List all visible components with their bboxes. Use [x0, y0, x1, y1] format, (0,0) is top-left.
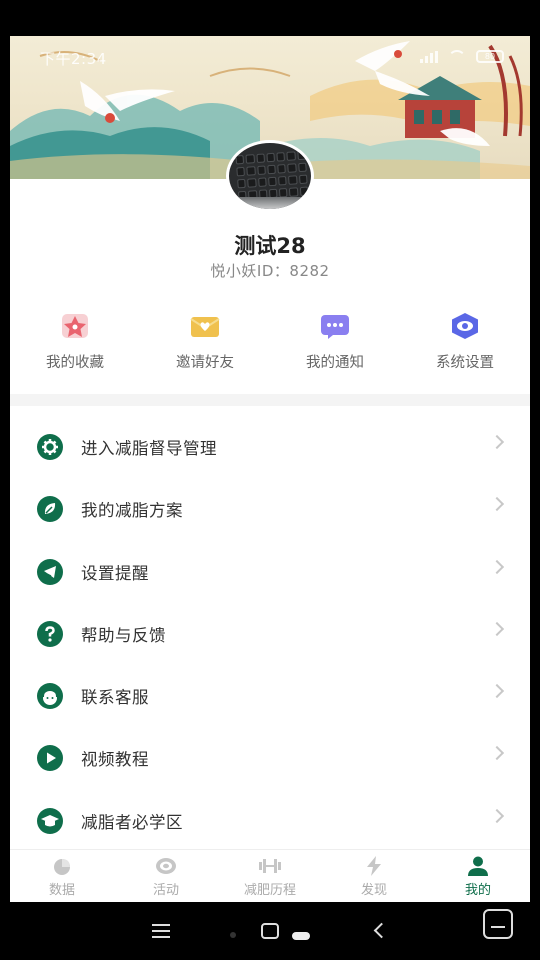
menu-item-reminder[interactable]: 设置提醒	[10, 541, 530, 603]
menu-item-label: 设置提醒	[81, 563, 149, 583]
tab-data[interactable]: 数据	[10, 850, 114, 902]
tab-mine[interactable]: 我的	[426, 850, 530, 902]
user-id: 悦小妖ID：8282	[210, 262, 330, 280]
quick-action-notifications[interactable]: 我的通知	[270, 308, 400, 372]
quick-action-label: 我的通知	[306, 355, 364, 371]
back-icon[interactable]	[373, 922, 390, 939]
system-navigation-bar	[0, 902, 540, 960]
floating-window-icon[interactable]	[483, 909, 513, 939]
menu-item-label: 减脂者必学区	[81, 812, 183, 832]
chevron-right-icon	[489, 559, 505, 574]
menu-item-learning[interactable]: 减脂者必学区	[10, 790, 530, 852]
status-icons: 80	[420, 50, 504, 63]
status-bar: 下午2:34 80	[10, 36, 530, 76]
tab-label: 减肥历程	[243, 883, 296, 898]
status-time: 下午2:34	[40, 50, 107, 68]
tab-label: 发现	[360, 883, 387, 898]
chevron-right-icon	[489, 434, 505, 450]
battery-icon: 80	[476, 50, 504, 63]
question-icon	[37, 620, 63, 647]
tab-label: 数据	[48, 883, 75, 898]
quick-action-settings[interactable]: 系统设置	[400, 308, 530, 372]
quick-action-label: 我的收藏	[46, 355, 104, 371]
wifi-icon	[448, 50, 466, 63]
page-indicator-dot	[230, 932, 236, 938]
chevron-right-icon	[489, 808, 505, 823]
menu-item-help[interactable]: 帮助与反馈	[10, 603, 530, 665]
menu-item-video[interactable]: 视频教程	[10, 727, 530, 789]
menu-icon[interactable]	[152, 924, 170, 938]
target-icon	[154, 856, 178, 876]
chevron-right-icon	[489, 746, 505, 761]
chevron-right-icon	[489, 684, 505, 699]
signal-icon	[420, 50, 438, 63]
dumbbell-icon	[258, 856, 282, 876]
pie-chart-icon	[50, 856, 74, 876]
menu-item-label: 我的减脂方案	[81, 501, 183, 521]
chevron-right-icon	[489, 621, 505, 636]
tab-journey[interactable]: 减肥历程	[218, 850, 322, 902]
quick-actions: 我的收藏 邀请好友 我的通知 系统设置	[10, 308, 530, 372]
menu-item-label: 视频教程	[81, 750, 149, 770]
message-icon	[320, 312, 350, 340]
play-icon	[37, 745, 63, 772]
menu-item-plan[interactable]: 我的减脂方案	[10, 478, 530, 540]
person-icon	[466, 856, 490, 876]
quick-action-invite[interactable]: 邀请好友	[140, 308, 270, 372]
graduation-cap-icon	[37, 807, 63, 834]
menu-item-label: 联系客服	[81, 688, 149, 708]
gear-icon	[37, 434, 63, 460]
tab-label: 我的	[464, 883, 491, 898]
leaf-icon	[37, 496, 63, 523]
menu-item-label: 帮助与反馈	[81, 625, 166, 645]
lightning-icon	[362, 856, 386, 876]
tab-activity[interactable]: 活动	[114, 850, 218, 902]
quick-action-label: 邀请好友	[176, 355, 234, 371]
chevron-right-icon	[489, 497, 505, 512]
bottom-tab-bar: 数据 活动 减肥历程 发现 我的	[10, 849, 530, 902]
quick-action-favorites[interactable]: 我的收藏	[10, 308, 140, 372]
star-icon	[60, 312, 90, 340]
page-indicator-active	[292, 932, 310, 940]
menu-item-supervision[interactable]: 进入减脂督导管理	[10, 416, 530, 478]
user-name: 测试28	[234, 234, 306, 258]
menu-item-service[interactable]: 联系客服	[10, 665, 530, 727]
section-divider	[10, 394, 530, 406]
bell-icon	[37, 558, 63, 585]
keyboard-photo	[235, 150, 309, 202]
avatar[interactable]	[226, 140, 314, 212]
customer-service-icon	[37, 683, 63, 710]
envelope-heart-icon	[190, 312, 220, 340]
menu-item-label: 进入减脂督导管理	[81, 439, 217, 458]
menu-list: 进入减脂督导管理 我的减脂方案 设置提醒 帮助与反馈 联系客服 视频教程 减脂者…	[10, 416, 530, 852]
tab-discover[interactable]: 发现	[322, 850, 426, 902]
tab-label: 活动	[152, 883, 179, 898]
profile-screen: 下午2:34 80 测试28 悦小妖ID：8282 我的收藏 邀请好友 我的通知…	[10, 36, 530, 902]
quick-action-label: 系统设置	[436, 355, 494, 371]
eye-settings-icon	[450, 312, 480, 340]
home-icon[interactable]	[261, 923, 279, 939]
